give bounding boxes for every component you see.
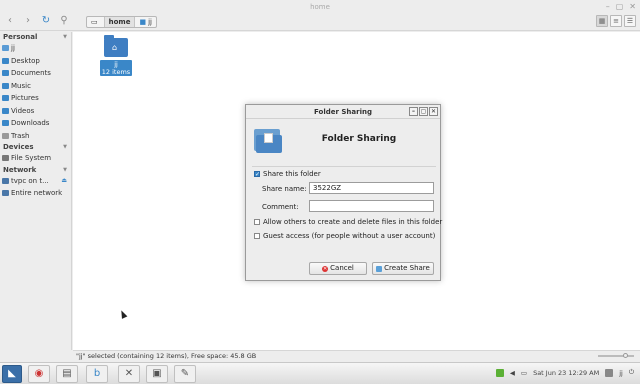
network-drive-icon <box>2 177 9 184</box>
dialog-header: Folder Sharing <box>252 125 436 165</box>
guest-access-label: Guest access (for people without a user … <box>263 232 436 240</box>
status-text: "jj" selected (containing 12 items), Fre… <box>76 352 257 360</box>
documents-icon <box>2 70 9 76</box>
breadcrumb: ▭ home ■ jj <box>86 16 157 28</box>
start-menu-button[interactable]: ◣ <box>2 365 22 383</box>
folder-label: jj 12 items <box>100 60 132 76</box>
sidebar-section-devices[interactable]: Devices ▼ <box>0 142 71 152</box>
reload-icon[interactable]: ↻ <box>40 15 52 27</box>
chrome-icon[interactable]: ◉ <box>28 365 50 383</box>
share-name-label: Share name: <box>262 185 307 193</box>
music-icon <box>2 82 9 89</box>
cancel-icon: ✕ <box>322 265 329 272</box>
sidebar-item-trash[interactable]: Trash <box>0 130 71 143</box>
view-buttons: ▦ ≡ ☰ <box>596 15 636 27</box>
comment-input[interactable] <box>309 200 434 212</box>
zoom-slider-knob[interactable] <box>623 353 628 358</box>
archive-icon[interactable]: ▣ <box>146 365 168 383</box>
volume-icon[interactable]: ◀ <box>510 369 515 377</box>
sidebar-item-music[interactable]: Music <box>0 80 71 93</box>
battery-icon[interactable]: ▭ <box>521 369 527 377</box>
allow-others-checkbox[interactable] <box>254 219 260 225</box>
collapse-icon: ▼ <box>63 34 67 40</box>
folder-item[interactable]: ⌂ jj 12 items <box>100 35 132 80</box>
folder-sharing-dialog: Folder Sharing – ▢ ✕ Folder Sharing ✓ Sh… <box>245 104 443 281</box>
minimize-button[interactable]: – <box>606 2 610 11</box>
breadcrumb-jj[interactable]: ■ jj <box>135 17 156 27</box>
sidebar-section-personal[interactable]: Personal ▼ <box>0 32 71 42</box>
dialog-controls: – ▢ ✕ <box>409 107 438 116</box>
home-folder-icon: ■ <box>139 17 147 26</box>
dialog-titlebar: Folder Sharing – ▢ ✕ <box>246 105 440 119</box>
home-icon <box>2 45 9 51</box>
user-name[interactable]: jj <box>619 369 623 377</box>
search-icon[interactable]: ⚲ <box>58 15 70 27</box>
create-share-button[interactable]: Create Share <box>372 262 434 275</box>
sidebar-item-videos[interactable]: Videos <box>0 105 71 118</box>
pictures-icon <box>2 95 9 101</box>
share-icon <box>376 265 383 272</box>
sidebar-section-network[interactable]: Network ▼ <box>0 165 71 175</box>
share-folder-label: Share this folder <box>263 170 321 178</box>
collapse-icon: ▼ <box>63 166 67 173</box>
system-tray: ◀ ▭ Sat Jun 23 12:29 AM jj ⏻ <box>495 368 634 377</box>
list-view-button[interactable]: ≡ <box>610 15 622 27</box>
status-bar: "jj" selected (containing 12 items), Fre… <box>73 350 640 361</box>
sidebar-item-jj[interactable]: jj <box>0 42 71 55</box>
guest-access-checkbox[interactable] <box>254 233 260 239</box>
dialog-heading: Folder Sharing <box>321 134 397 144</box>
icon-view-button[interactable]: ▦ <box>596 15 608 27</box>
home-folder-icon: ⌂ <box>104 35 128 57</box>
dialog-close-button[interactable]: ✕ <box>429 107 438 116</box>
network-status-icon[interactable] <box>495 368 504 377</box>
sidebar-item-documents[interactable]: Documents <box>0 67 71 80</box>
forward-icon[interactable]: › <box>22 15 34 27</box>
share-name-input[interactable]: 3522GZ <box>309 182 434 194</box>
dialog-title: Folder Sharing <box>314 108 372 116</box>
close-button[interactable]: ✕ <box>629 2 636 11</box>
compact-view-button[interactable]: ☰ <box>624 15 636 27</box>
comment-label: Comment: <box>262 203 299 211</box>
collapse-icon: ▼ <box>63 144 67 150</box>
clock[interactable]: Sat Jun 23 12:29 AM <box>533 369 599 377</box>
drive-icon <box>2 155 9 161</box>
sidebar-item-entire-network[interactable]: Entire network <box>0 187 71 200</box>
file-manager-icon[interactable]: ▤ <box>56 365 78 383</box>
share-folder-checkbox[interactable]: ✓ <box>254 171 260 178</box>
maximize-button[interactable]: ▢ <box>616 2 624 11</box>
taskbar: ◣ ◉ ▤ b ✕ ▣ ✎ ◀ ▭ Sat Jun 23 12:29 AM jj… <box>0 362 640 384</box>
sidebar-item-desktop[interactable]: Desktop <box>0 55 71 68</box>
eject-icon[interactable]: ⏏ <box>61 175 67 188</box>
cancel-button[interactable]: ✕ Cancel <box>309 262 367 275</box>
zoom-slider[interactable] <box>598 353 634 358</box>
desktop-icon <box>2 57 9 64</box>
toolbar: ‹ › ↻ ⚲ ▭ home ■ jj ▦ ≡ ☰ <box>0 14 640 31</box>
videos-icon <box>2 107 9 114</box>
sidebar-item-pictures[interactable]: Pictures <box>0 92 71 105</box>
dialog-maximize-button[interactable]: ▢ <box>419 107 428 116</box>
allow-others-label: Allow others to create and delete files … <box>263 218 443 226</box>
window-controls: – ▢ ✕ <box>606 2 636 11</box>
sidebar-item-network-share[interactable]: tvpc on t... ⏏ <box>0 175 71 188</box>
window-titlebar: home – ▢ ✕ <box>0 0 640 14</box>
tools-icon[interactable]: ✕ <box>118 365 140 383</box>
sidebar: Personal ▼ jj Desktop Documents Music Pic… <box>0 32 72 350</box>
downloads-icon <box>2 120 9 126</box>
breadcrumb-home[interactable]: home <box>104 17 136 27</box>
drive-icon: ▭ <box>91 17 98 26</box>
window-title: home <box>310 3 330 11</box>
network-icon <box>2 190 9 196</box>
back-icon[interactable]: ‹ <box>4 15 16 27</box>
sidebar-item-downloads[interactable]: Downloads <box>0 117 71 130</box>
breadcrumb-root[interactable]: ▭ <box>87 17 105 27</box>
sidebar-item-file-system[interactable]: File System <box>0 152 71 165</box>
app-b-icon[interactable]: b <box>86 365 108 383</box>
power-icon[interactable]: ⏻ <box>629 368 634 377</box>
dialog-minimize-button[interactable]: – <box>409 107 418 116</box>
trash-icon <box>2 132 9 139</box>
text-editor-icon[interactable]: ✎ <box>174 365 196 383</box>
user-icon <box>605 368 614 377</box>
divider <box>252 166 436 167</box>
